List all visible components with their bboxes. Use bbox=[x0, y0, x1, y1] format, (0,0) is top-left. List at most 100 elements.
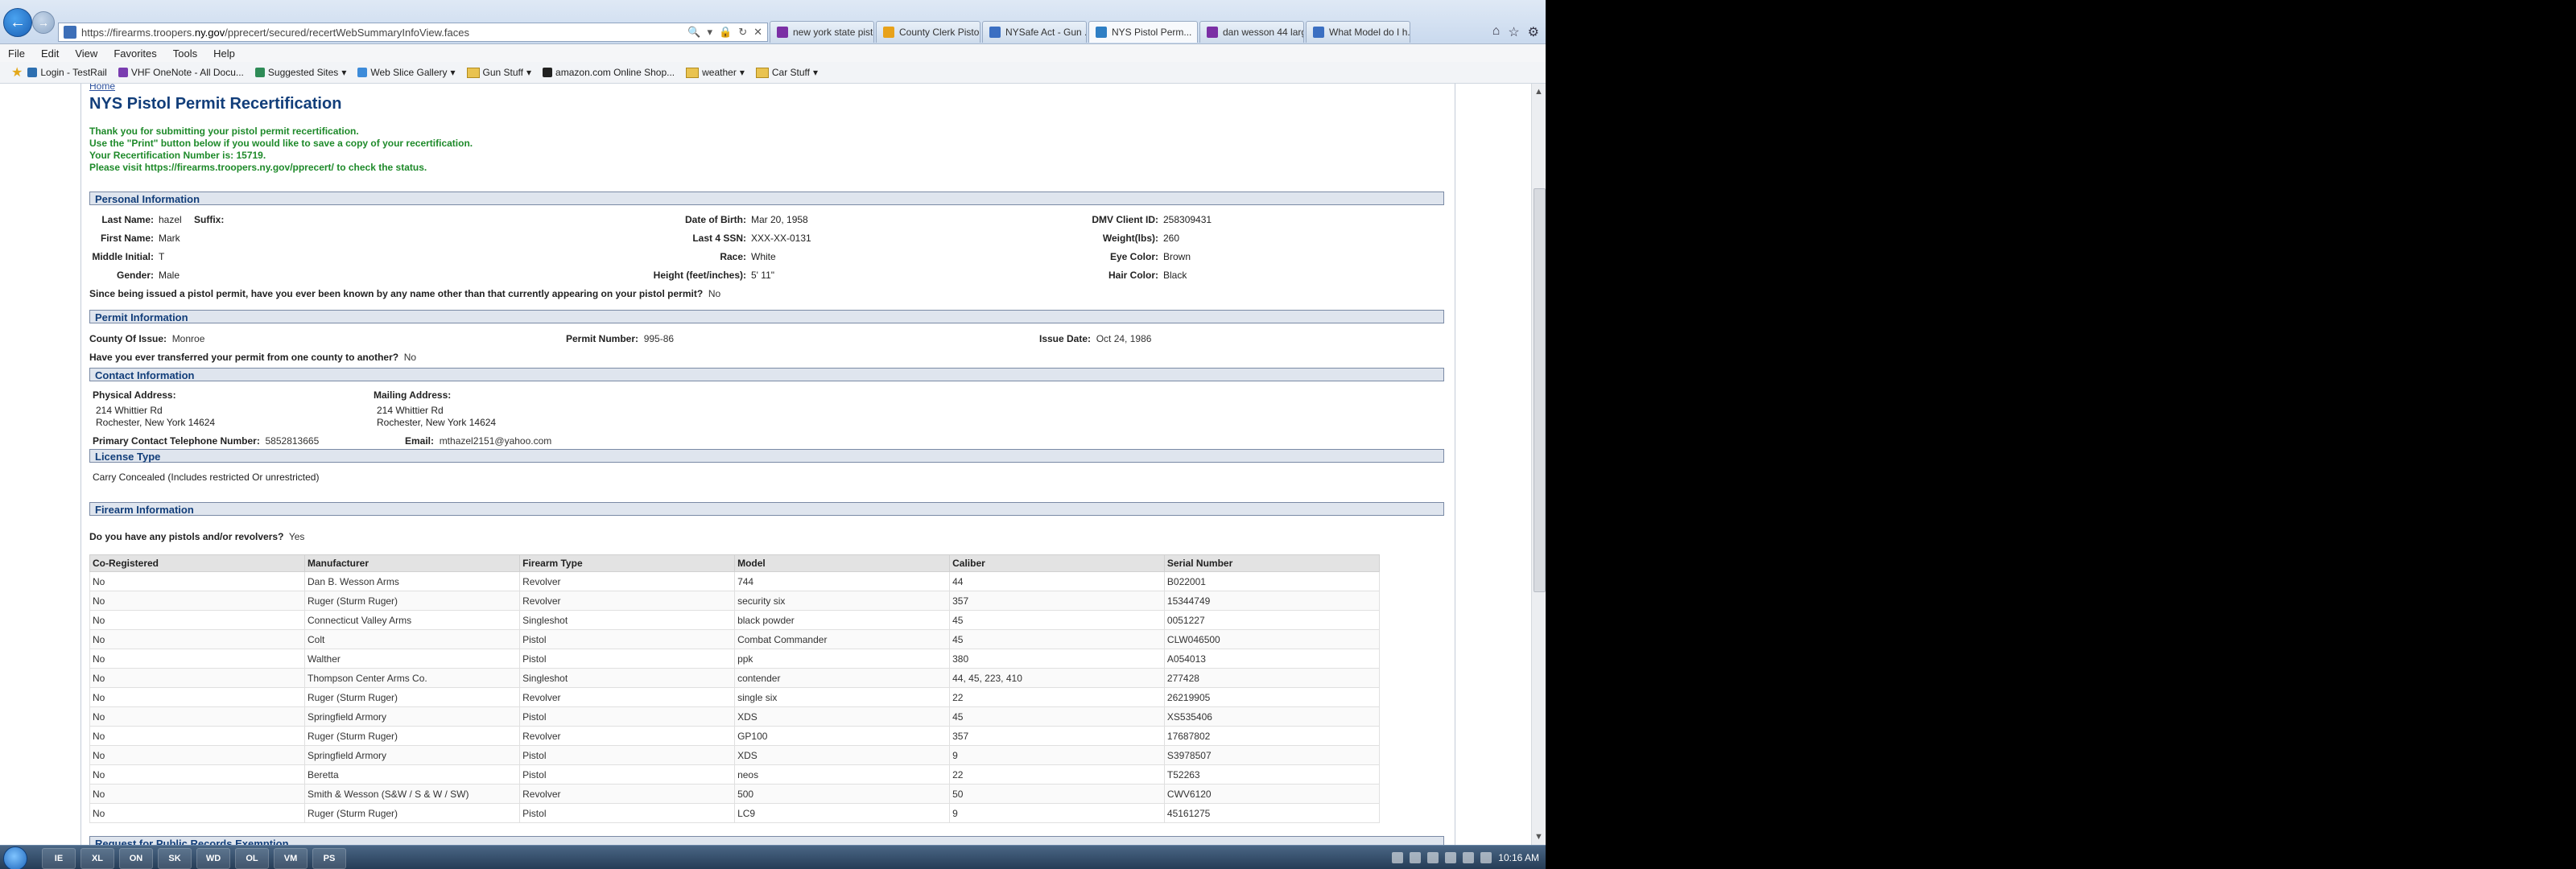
transfer-answer: No bbox=[403, 352, 417, 363]
table-cell: 44, 45, 223, 410 bbox=[949, 668, 1165, 688]
favorite-icon bbox=[543, 68, 553, 77]
table-cell: No bbox=[89, 803, 305, 823]
scrollbar-thumb[interactable] bbox=[1534, 188, 1546, 592]
table-cell: Pistol bbox=[519, 764, 736, 785]
table-cell: Ruger (Sturm Ruger) bbox=[303, 687, 521, 707]
issue-date: Issue Date: Oct 24, 1986 bbox=[1039, 333, 1151, 344]
middle-initial-label: Middle Initial: bbox=[92, 251, 154, 262]
tab-label: County Clerk Pistol... bbox=[899, 27, 980, 38]
taskbar-app[interactable]: WD bbox=[196, 848, 230, 869]
scroll-up-icon[interactable]: ▲ bbox=[1534, 87, 1543, 97]
confirmation-line: Use the "Print" button below if you woul… bbox=[89, 138, 473, 149]
table-cell: black powder bbox=[734, 610, 951, 630]
menu-item-file[interactable]: File bbox=[0, 47, 33, 60]
window-controls: ⌂ ☆ ⚙ bbox=[1492, 24, 1539, 40]
menu-item-help[interactable]: Help bbox=[205, 47, 243, 60]
table-cell: Colt bbox=[303, 629, 521, 649]
tab-4[interactable]: dan wesson 44 larg... bbox=[1199, 21, 1304, 43]
search-icon[interactable]: 🔍 bbox=[687, 26, 700, 39]
browser-window: ← → https://firearms.troopers.ny.gov/ppr… bbox=[0, 0, 1546, 869]
favorites-star-icon[interactable]: ☆ bbox=[1508, 24, 1519, 40]
refresh-icon[interactable]: ↻ bbox=[738, 26, 747, 39]
table-cell: XDS bbox=[734, 706, 951, 727]
menu-item-edit[interactable]: Edit bbox=[33, 47, 67, 60]
favorites-star-icon[interactable]: ★ bbox=[11, 64, 23, 80]
lock-icon[interactable]: 🔒 bbox=[719, 26, 732, 39]
url-text[interactable]: https://firearms.troopers.ny.gov/pprecer… bbox=[81, 27, 687, 39]
clock[interactable]: 10:16 AM bbox=[1498, 852, 1539, 863]
firearm-table-header: Co-Registered Manufacturer Firearm Type Mod… bbox=[89, 554, 1381, 572]
taskbar-app[interactable]: VM bbox=[274, 848, 308, 869]
taskbar-app[interactable]: OL bbox=[235, 848, 269, 869]
menu-item-tools[interactable]: Tools bbox=[165, 47, 205, 60]
second-monitor-area bbox=[1546, 0, 2576, 869]
vertical-scrollbar[interactable]: ▲ ▼ bbox=[1531, 84, 1546, 845]
start-button[interactable] bbox=[3, 846, 27, 869]
tab-5[interactable]: What Model do I h... bbox=[1306, 21, 1410, 43]
tab-1[interactable]: County Clerk Pistol... bbox=[876, 21, 980, 43]
tray-icon[interactable] bbox=[1392, 852, 1404, 863]
address-bar[interactable]: https://firearms.troopers.ny.gov/pprecer… bbox=[58, 23, 768, 42]
table-row: No Thompson Center Arms Co. Singleshot cont… bbox=[89, 668, 1381, 688]
home-icon[interactable]: ⌂ bbox=[1492, 24, 1501, 40]
favorite-item[interactable]: VHF OneNote - All Docu... bbox=[118, 67, 244, 78]
title-address-bar: ← → https://firearms.troopers.ny.gov/ppr… bbox=[0, 0, 1546, 44]
permit-info-header: Permit Information bbox=[89, 310, 1444, 323]
table-cell: Smith & Wesson (S&W / S & W / SW) bbox=[303, 784, 521, 804]
height-value: 5' 11" bbox=[751, 270, 775, 281]
taskbar-app[interactable]: PS bbox=[312, 848, 346, 869]
dropdown-icon[interactable]: ▾ bbox=[707, 26, 712, 39]
favorite-item[interactable]: Web Slice Gallery ▾ bbox=[357, 67, 456, 78]
favorite-item[interactable]: Car Stuff ▾ bbox=[755, 67, 818, 78]
table-cell: No bbox=[89, 591, 305, 611]
table-cell: contender bbox=[734, 668, 951, 688]
forward-button[interactable]: → bbox=[32, 11, 55, 34]
taskbar-app[interactable]: SK bbox=[158, 848, 192, 869]
table-cell: 277428 bbox=[1163, 668, 1381, 688]
favorite-item[interactable]: weather ▾ bbox=[686, 67, 745, 78]
scroll-down-icon[interactable]: ▼ bbox=[1534, 832, 1543, 842]
tray-icon[interactable] bbox=[1445, 852, 1457, 863]
taskbar-app[interactable]: IE bbox=[42, 848, 76, 869]
table-row: No Colt Pistol Combat Commander 45 CLW046500 bbox=[89, 629, 1381, 649]
tab-3[interactable]: NYS Pistol Perm...✕ bbox=[1088, 21, 1198, 43]
favorite-item[interactable]: Login - TestRail bbox=[27, 67, 107, 78]
menu-item-view[interactable]: View bbox=[67, 47, 105, 60]
eye-color-label: Eye Color: bbox=[1109, 251, 1158, 262]
favorites-bar: ★ Login - TestRail VHF OneNote - All Docu… bbox=[0, 62, 1546, 84]
email-label: Email: bbox=[405, 435, 435, 447]
tab-2[interactable]: NYSafe Act - Gun ... bbox=[982, 21, 1087, 43]
table-cell: No bbox=[89, 706, 305, 727]
dmv-label: DMV Client ID: bbox=[1092, 214, 1158, 225]
taskbar-apps: IE XL ON SK WD OL VM PS bbox=[42, 848, 346, 869]
taskbar-app[interactable]: ON bbox=[119, 848, 153, 869]
confirmation-line: Your Recertification Number is: 15719. bbox=[89, 150, 266, 161]
table-cell: Combat Commander bbox=[734, 629, 951, 649]
contact-info-header: Contact Information bbox=[89, 368, 1444, 381]
pistols-question: Do you have any pistols and/or revolvers… bbox=[89, 531, 304, 542]
physical-address-label-text: Physical Address: bbox=[93, 389, 176, 401]
table-cell: ppk bbox=[734, 649, 951, 669]
tab-0[interactable]: new york state pisto... bbox=[770, 21, 874, 43]
taskbar-app[interactable]: XL bbox=[80, 848, 114, 869]
table-cell: Revolver bbox=[519, 571, 736, 591]
table-cell: 380 bbox=[949, 649, 1165, 669]
table-cell: 15344749 bbox=[1163, 591, 1381, 611]
favorite-item[interactable]: Suggested Sites ▾ bbox=[254, 67, 346, 78]
favorite-item[interactable]: Gun Stuff ▾ bbox=[466, 67, 531, 78]
hair-color-label: Hair Color: bbox=[1108, 270, 1158, 281]
volume-icon[interactable] bbox=[1480, 852, 1492, 863]
table-cell: No bbox=[89, 629, 305, 649]
stop-icon[interactable]: ✕ bbox=[753, 26, 762, 39]
tray-icon[interactable] bbox=[1410, 852, 1422, 863]
gear-icon[interactable]: ⚙ bbox=[1528, 24, 1539, 40]
home-link[interactable]: Home bbox=[89, 84, 115, 92]
favorite-label: Web Slice Gallery bbox=[370, 67, 448, 78]
tray-icon[interactable] bbox=[1427, 852, 1439, 863]
phone-value: 5852813665 bbox=[265, 435, 320, 447]
network-icon[interactable] bbox=[1463, 852, 1475, 863]
menu-item-favorites[interactable]: Favorites bbox=[105, 47, 164, 60]
back-button[interactable]: ← bbox=[3, 8, 32, 37]
favorite-item[interactable]: amazon.com Online Shop... bbox=[543, 67, 675, 78]
table-cell: Pistol bbox=[519, 649, 736, 669]
